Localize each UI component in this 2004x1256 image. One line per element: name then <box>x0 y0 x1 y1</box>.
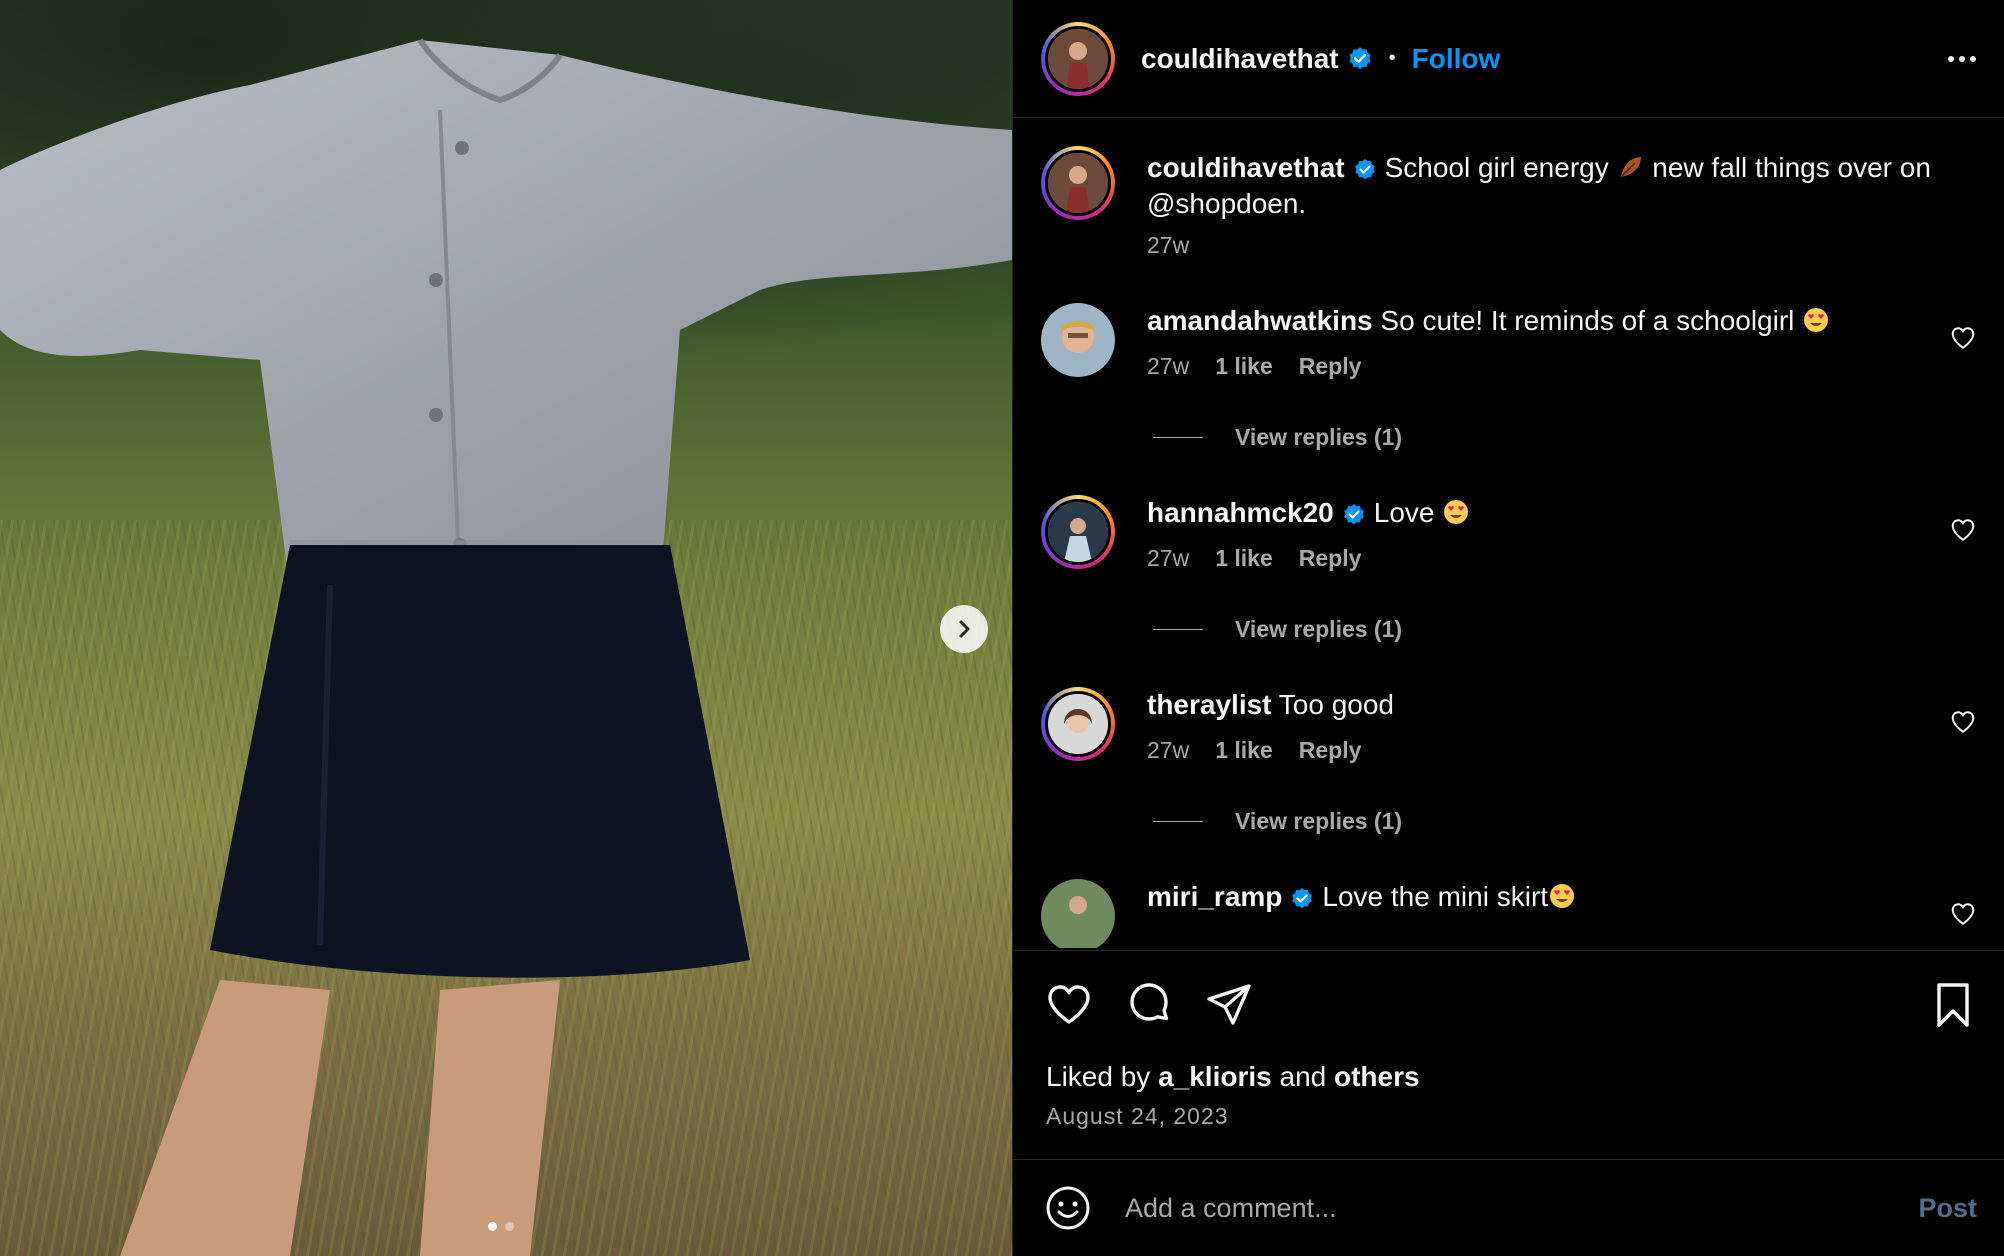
view-replies-label: View replies (1) <box>1235 616 1403 642</box>
post-actions: Liked by a_klioris and others August 24,… <box>1013 950 2004 1160</box>
post-date: August 24, 2023 <box>1046 1103 1229 1129</box>
comment-timestamp: 27w <box>1147 737 1190 763</box>
view-replies-button[interactable]: View replies (1) <box>1153 808 1976 835</box>
comment-text: miri_ramp Love the mini skirt <box>1147 879 1976 915</box>
author-username[interactable]: couldihavethat <box>1141 43 1339 75</box>
liked-by-prefix: Liked by <box>1046 1061 1151 1092</box>
heart-icon[interactable] <box>1950 325 1976 351</box>
liked-by-text: Liked by a_klioris and others <box>1046 1061 2004 1093</box>
commenter-avatar[interactable] <box>1041 687 1115 761</box>
carousel-dot <box>505 1222 514 1231</box>
post-header: couldihavethat • Follow <box>1013 0 2004 118</box>
comment-username[interactable]: amandahwatkins <box>1147 305 1373 336</box>
author-avatar[interactable] <box>1041 21 1115 96</box>
commenter-avatar[interactable] <box>1041 303 1115 377</box>
verified-badge-icon <box>1292 887 1313 909</box>
like-heart-icon[interactable] <box>1045 981 1093 1029</box>
caption-timestamp: 27w <box>1147 232 1190 258</box>
comment-composer: Post <box>1013 1159 2004 1256</box>
next-slide-button[interactable] <box>940 605 988 653</box>
comment-username[interactable]: miri_ramp <box>1147 881 1282 912</box>
caption-message: School girl energy <box>1384 152 1609 183</box>
reply-button[interactable]: Reply <box>1299 353 1362 380</box>
reply-button[interactable]: Reply <box>1299 737 1362 764</box>
comment-text: hannahmck20 Love <box>1147 495 1976 531</box>
gray-cardigan <box>0 38 1012 590</box>
verified-badge-icon <box>1348 46 1371 69</box>
comment-message: Too good <box>1278 689 1394 720</box>
header-separator: • <box>1388 47 1396 69</box>
comment-like-count[interactable]: 1 like <box>1215 737 1273 764</box>
emoji-icon[interactable] <box>1045 1185 1091 1231</box>
post-side-panel: couldihavethat • Follow couldihavethat Sc… <box>1012 0 2004 1256</box>
comment-meta: 27w 1 like Reply <box>1147 737 1976 764</box>
comment-like-count[interactable]: 1 like <box>1215 353 1273 380</box>
liked-by-others[interactable]: others <box>1334 1061 1420 1092</box>
author-avatar[interactable] <box>1041 146 1115 220</box>
carousel-indicator <box>488 1222 514 1231</box>
caption-meta: 27w <box>1147 232 1976 259</box>
comment-item: amandahwatkins So cute! It reminds of a … <box>1041 303 1976 380</box>
comment-icon[interactable] <box>1125 981 1173 1029</box>
heart-eyes-emoji-icon <box>1444 500 1469 524</box>
heart-eyes-emoji-icon <box>1804 308 1829 332</box>
comment-message: So cute! It reminds of a schoolgirl <box>1380 305 1795 336</box>
comment-timestamp: 27w <box>1147 545 1190 571</box>
commenter-avatar[interactable] <box>1041 495 1115 569</box>
comment-like-count[interactable]: 1 like <box>1215 545 1273 572</box>
comment-username[interactable]: hannahmck20 <box>1147 497 1334 528</box>
comment-message: Love <box>1373 497 1435 528</box>
heart-icon[interactable] <box>1950 709 1976 735</box>
comment-item: hannahmck20 Love 27w 1 like Reply <box>1041 495 1976 572</box>
comment-input[interactable] <box>1125 1192 1919 1224</box>
action-bar <box>1013 951 2004 1029</box>
chevron-right-icon <box>959 620 970 638</box>
comment-item: theraylist Too good 27w 1 like Reply <box>1041 687 1976 764</box>
comment-item: miri_ramp Love the mini skirt <box>1041 879 1976 948</box>
bookmark-icon[interactable] <box>1929 981 1977 1029</box>
comment-username[interactable]: theraylist <box>1147 689 1272 720</box>
liked-by-conjunction: and <box>1279 1061 1327 1092</box>
comment-message: Love the mini skirt <box>1322 881 1549 912</box>
view-replies-label: View replies (1) <box>1235 424 1403 450</box>
post-comment-button[interactable]: Post <box>1918 1193 1977 1224</box>
comment-text: theraylist Too good <box>1147 687 1976 723</box>
verified-badge-icon <box>1343 503 1364 525</box>
reply-button[interactable]: Reply <box>1299 545 1362 572</box>
view-replies-button[interactable]: View replies (1) <box>1153 616 1976 643</box>
share-icon[interactable] <box>1205 981 1253 1029</box>
caption-username[interactable]: couldihavethat <box>1147 152 1345 183</box>
legs <box>120 980 560 1256</box>
navy-skirt <box>210 545 750 978</box>
comment-meta: 27w 1 like Reply <box>1147 545 1976 572</box>
heart-eyes-emoji-icon <box>1550 884 1575 908</box>
more-options-icon[interactable] <box>1948 46 1976 72</box>
post-image <box>0 0 1012 1256</box>
view-replies-button[interactable]: View replies (1) <box>1153 424 1976 451</box>
liked-by-user[interactable]: a_klioris <box>1158 1061 1272 1092</box>
caption-text: couldihavethat School girl energy new fal… <box>1147 150 1947 222</box>
fallen-leaf-icon <box>1619 157 1641 178</box>
verified-badge-icon <box>1354 158 1375 180</box>
commenter-avatar[interactable] <box>1041 879 1115 948</box>
caption: couldihavethat School girl energy new fal… <box>1041 146 1976 259</box>
comments-list[interactable]: couldihavethat School girl energy new fal… <box>1013 118 2004 948</box>
carousel-dot-active <box>488 1222 497 1231</box>
view-replies-label: View replies (1) <box>1235 808 1403 834</box>
heart-icon[interactable] <box>1950 517 1976 543</box>
heart-icon[interactable] <box>1950 901 1976 927</box>
comment-timestamp: 27w <box>1147 353 1190 379</box>
comment-text: amandahwatkins So cute! It reminds of a … <box>1147 303 1976 339</box>
comment-meta: 27w 1 like Reply <box>1147 353 1976 380</box>
follow-button[interactable]: Follow <box>1412 43 1501 75</box>
